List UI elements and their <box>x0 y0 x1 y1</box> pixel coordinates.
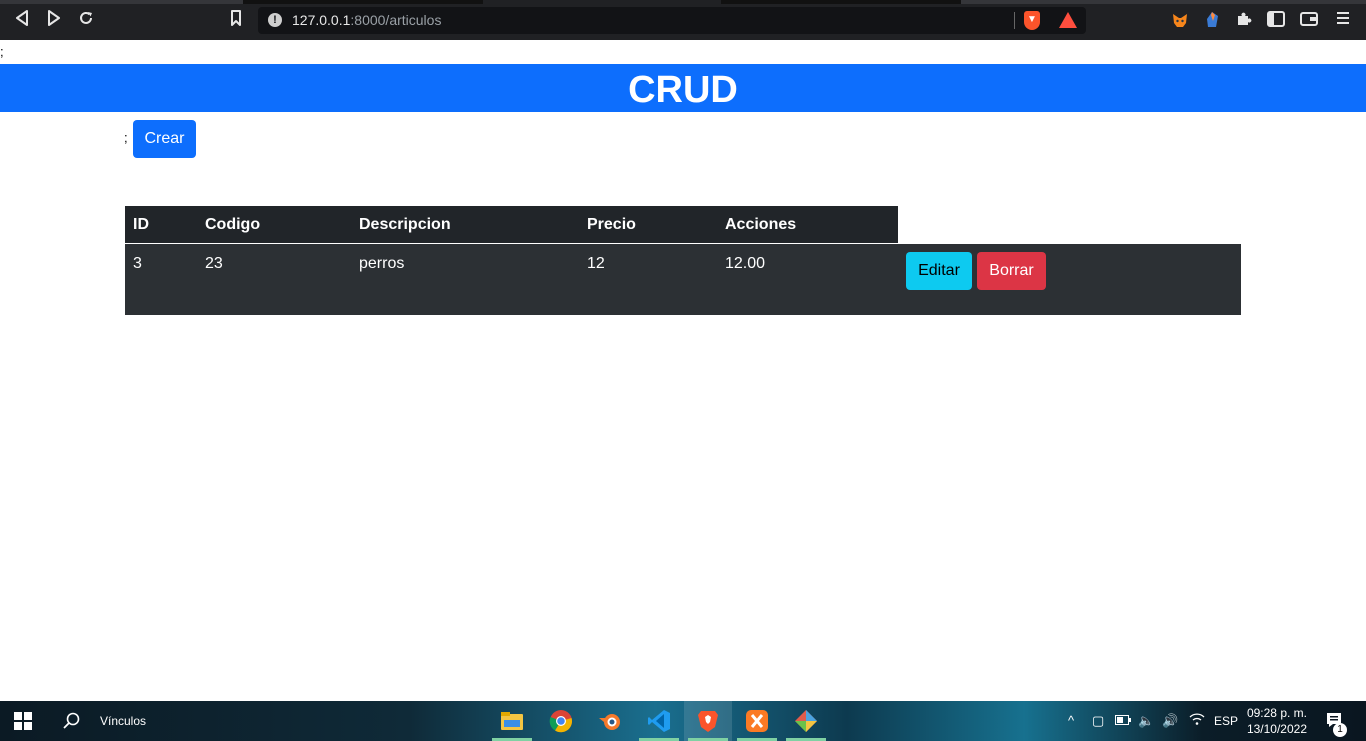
clock-time: 09:28 p. m. <box>1246 706 1307 720</box>
cell-precio: 12 <box>587 255 605 272</box>
search-icon[interactable] <box>62 711 82 731</box>
address-bar[interactable]: ! 127.0.0.1:8000/articulos ▼ <box>258 7 1086 34</box>
back-icon[interactable] <box>12 10 32 30</box>
blender-icon[interactable] <box>598 709 622 733</box>
chrome-icon[interactable] <box>549 709 573 733</box>
vscode-icon[interactable] <box>647 709 671 733</box>
tab-active[interactable] <box>483 0 721 4</box>
extensions-puzzle-icon[interactable] <box>1235 11 1253 29</box>
wifi-icon[interactable] <box>1189 713 1205 729</box>
reload-icon[interactable] <box>76 10 96 30</box>
page-header: CRUD <box>0 64 1366 112</box>
file-explorer-icon[interactable] <box>500 709 524 733</box>
menu-icon[interactable] <box>1334 11 1352 29</box>
meet-now-icon[interactable]: ▢ <box>1092 713 1104 729</box>
table-header-row: ID Codigo Descripcion Precio Acciones <box>125 206 898 243</box>
sidebar-icon[interactable] <box>1267 11 1285 29</box>
create-button[interactable]: Crear <box>133 120 196 158</box>
cell-price-decimal: 12.00 <box>725 255 766 272</box>
battery-icon[interactable] <box>1115 713 1131 729</box>
forward-icon[interactable] <box>44 10 64 30</box>
wallet-icon[interactable] <box>1300 11 1318 29</box>
column-header-id: ID <box>133 216 149 233</box>
volume-icon[interactable]: 🔊 <box>1162 713 1178 729</box>
extension-blue-icon[interactable] <box>1203 11 1221 29</box>
url-host: 127.0.0.1 <box>292 12 351 28</box>
column-header-precio: Precio <box>587 216 636 233</box>
taskbar: Vínculos ^ ▢ 🔈 🔊 ESP 09:28 p. m. 13/10/2… <box>0 701 1366 741</box>
windows-start-icon[interactable] <box>14 712 32 730</box>
edit-button[interactable]: Editar <box>906 252 972 290</box>
brave-rewards-icon[interactable] <box>1059 12 1077 28</box>
url-text[interactable]: 127.0.0.1:8000/articulos <box>292 12 441 28</box>
url-path: :8000/articulos <box>350 12 442 28</box>
address-divider <box>1014 12 1015 29</box>
stray-semicolon: ; <box>0 44 4 59</box>
show-hidden-icons-icon[interactable]: ^ <box>1068 713 1074 729</box>
column-header-acciones: Acciones <box>725 216 797 233</box>
tab-strip <box>0 0 1366 4</box>
bookmark-icon[interactable] <box>226 10 246 30</box>
taskbar-toolbar-label[interactable]: Vínculos <box>100 713 146 729</box>
cell-id: 3 <box>133 255 142 272</box>
browser-toolbar: ! 127.0.0.1:8000/articulos ▼ <box>0 0 1366 40</box>
speaker-icon[interactable]: 🔈 <box>1138 713 1154 729</box>
clock-date: 13/10/2022 <box>1246 722 1307 736</box>
input-language[interactable]: ESP <box>1214 713 1238 729</box>
table-row: 3 23 perros 12 12.00 Editar Borrar <box>125 244 1241 315</box>
git-tool-icon[interactable] <box>794 709 818 733</box>
column-header-codigo: Codigo <box>205 216 261 233</box>
brave-icon[interactable] <box>696 709 720 733</box>
tab[interactable] <box>243 0 483 4</box>
brave-shield-icon[interactable]: ▼ <box>1024 11 1040 30</box>
delete-button[interactable]: Borrar <box>977 252 1046 290</box>
notification-badge: 1 <box>1333 723 1347 737</box>
xampp-icon[interactable] <box>745 709 769 733</box>
stray-semicolon-inline: ; <box>124 130 128 145</box>
column-header-descripcion: Descripcion <box>359 216 451 233</box>
cell-codigo: 23 <box>205 255 223 272</box>
metamask-icon[interactable] <box>1171 11 1189 29</box>
site-info-icon[interactable]: ! <box>268 13 282 27</box>
cell-descripcion: perros <box>359 255 405 272</box>
tab[interactable] <box>721 0 961 4</box>
page-title: CRUD <box>628 69 738 111</box>
taskbar-clock[interactable]: 09:28 p. m. 13/10/2022 <box>1240 705 1307 737</box>
